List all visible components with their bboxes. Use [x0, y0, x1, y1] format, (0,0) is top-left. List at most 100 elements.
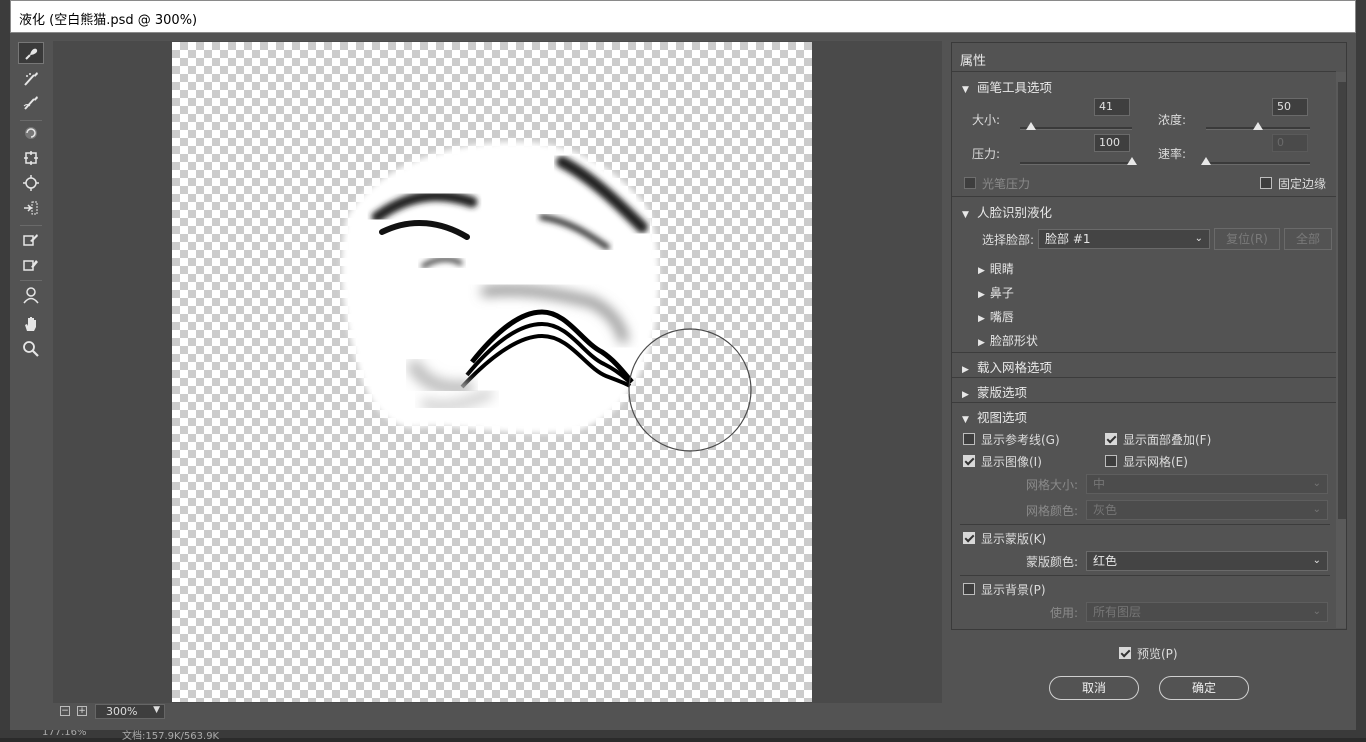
chevron-down-icon: ⌄ [1312, 504, 1321, 515]
background-right [1356, 0, 1366, 738]
size-slider-thumb[interactable] [1026, 122, 1037, 130]
section-label: 视图选项 [977, 410, 1028, 425]
panel-scrollbar-thumb[interactable] [1338, 82, 1346, 519]
push-left-tool-icon[interactable] [18, 197, 44, 219]
stylus-pressure-label: 光笔压力 [982, 177, 1031, 191]
face-item-nose[interactable]: ▶ 鼻子 [978, 284, 1014, 301]
caret-down-icon: ▼ [962, 85, 969, 95]
use-value: 所有图层 [1093, 605, 1142, 619]
section-label: 蒙版选项 [977, 385, 1028, 400]
rate-input[interactable]: 0 [1272, 134, 1308, 152]
mask-color-dropdown[interactable]: 红色 ⌄ [1086, 551, 1328, 571]
mesh-color-label: 网格颜色: [1026, 504, 1079, 518]
twirl-clockwise-tool-icon[interactable] [18, 122, 44, 144]
pin-edges-checkbox[interactable] [1260, 177, 1272, 189]
select-face-dropdown[interactable]: 脸部 #1 ⌄ [1038, 229, 1210, 249]
caret-right-icon: ▶ [978, 314, 985, 324]
thaw-mask-tool-icon[interactable] [18, 253, 44, 275]
face-item-mouth[interactable]: ▶ 嘴唇 [978, 308, 1014, 325]
reconstruct-tool-icon[interactable] [18, 68, 44, 90]
pucker-tool-icon[interactable] [18, 147, 44, 169]
select-face-label: 选择脸部: [982, 233, 1035, 247]
liquified-image [341, 141, 752, 452]
zoom-out-button[interactable]: − [60, 706, 70, 716]
chevron-down-icon: ⌄ [1312, 478, 1321, 489]
mesh-size-dropdown[interactable]: 中 ⌄ [1086, 474, 1328, 494]
tool-divider [20, 225, 42, 226]
zoom-select[interactable]: 300% ▼ [95, 704, 165, 719]
window-title: 液化 (空白熊猫.psd @ 300%) [19, 13, 198, 28]
brush-options-header[interactable]: ▼ 画笔工具选项 [962, 77, 1052, 96]
face-reset-button[interactable]: 复位(R) [1214, 228, 1280, 250]
freeze-mask-tool-icon[interactable] [18, 228, 44, 250]
show-guides-checkbox[interactable] [963, 433, 975, 445]
show-face-overlay-label: 显示面部叠加(F) [1123, 433, 1212, 447]
density-label: 浓度: [1158, 113, 1187, 127]
face-item-face-shape[interactable]: ▶ 脸部形状 [978, 332, 1038, 349]
caret-right-icon: ▶ [978, 338, 985, 348]
cancel-button[interactable]: 取消 [1049, 676, 1139, 700]
show-image-label: 显示图像(I) [981, 455, 1042, 469]
face-tool-icon[interactable] [18, 284, 44, 306]
divider [952, 377, 1336, 378]
mesh-size-value: 中 [1093, 477, 1106, 491]
show-image-checkbox[interactable] [963, 455, 975, 467]
zoom-in-button[interactable]: + [77, 706, 87, 716]
section-label: 画笔工具选项 [977, 80, 1053, 95]
rate-slider-thumb[interactable] [1201, 157, 1211, 165]
preview-checkbox[interactable] [1119, 647, 1131, 659]
caret-right-icon: ▶ [978, 266, 985, 276]
divider [960, 575, 1330, 576]
caret-down-icon: ▼ [962, 210, 969, 220]
caret-down-icon: ▼ [962, 415, 969, 425]
stylus-pressure-checkbox[interactable] [964, 177, 976, 189]
use-label: 使用: [1050, 606, 1079, 620]
section-label: 载入网格选项 [977, 360, 1053, 375]
load-mesh-header[interactable]: ▶ 载入网格选项 [962, 357, 1052, 376]
face-item-eyes[interactable]: ▶ 眼睛 [978, 260, 1014, 277]
show-backdrop-checkbox[interactable] [963, 583, 975, 595]
hand-tool-icon[interactable] [18, 313, 44, 335]
show-mesh-label: 显示网格(E) [1123, 455, 1188, 469]
size-slider[interactable] [1020, 122, 1132, 130]
smooth-tool-icon[interactable] [18, 92, 44, 114]
show-mask-checkbox[interactable] [963, 532, 975, 544]
panel-title: 属性 [960, 54, 987, 69]
pin-edges-label: 固定边缘 [1278, 177, 1327, 191]
pressure-slider-thumb[interactable] [1127, 157, 1137, 165]
zoom-tool-icon[interactable] [18, 338, 44, 360]
image-canvas[interactable] [172, 42, 812, 702]
face-item-label: 脸部形状 [989, 334, 1038, 348]
chevron-down-icon: ⌄ [1312, 555, 1321, 566]
forward-warp-tool-icon[interactable] [18, 42, 44, 64]
size-input[interactable]: 41 [1094, 98, 1130, 116]
tool-divider [20, 280, 42, 281]
bloat-tool-icon[interactable] [18, 172, 44, 194]
rate-slider[interactable] [1201, 157, 1310, 165]
show-guides-label: 显示参考线(G) [981, 433, 1060, 447]
use-dropdown[interactable]: 所有图层 ⌄ [1086, 602, 1328, 622]
view-options-header[interactable]: ▼ 视图选项 [962, 407, 1027, 426]
divider [952, 352, 1336, 353]
pressure-input[interactable]: 100 [1094, 134, 1130, 152]
show-mesh-checkbox[interactable] [1105, 455, 1117, 467]
title-bar: 液化 (空白熊猫.psd @ 300%) [10, 0, 1356, 33]
ok-button[interactable]: 确定 [1159, 676, 1249, 700]
density-slider-thumb[interactable] [1253, 122, 1263, 130]
mesh-color-dropdown[interactable]: 灰色 ⌄ [1086, 500, 1328, 520]
show-face-overlay-checkbox[interactable] [1105, 433, 1117, 445]
density-slider[interactable] [1206, 122, 1310, 130]
face-aware-header[interactable]: ▼ 人脸识别液化 [962, 202, 1052, 221]
density-input[interactable]: 50 [1272, 98, 1308, 116]
rate-label: 速率: [1158, 147, 1187, 161]
preview-label: 预览(P) [1137, 647, 1178, 661]
divider [952, 402, 1336, 403]
divider [960, 524, 1330, 525]
divider [952, 71, 1336, 72]
caret-right-icon: ▶ [962, 365, 969, 375]
mask-options-header[interactable]: ▶ 蒙版选项 [962, 382, 1027, 401]
face-all-button[interactable]: 全部 [1284, 228, 1332, 250]
pressure-slider[interactable] [1020, 157, 1137, 165]
face-item-label: 鼻子 [989, 286, 1014, 300]
mask-color-value: 红色 [1093, 554, 1118, 568]
